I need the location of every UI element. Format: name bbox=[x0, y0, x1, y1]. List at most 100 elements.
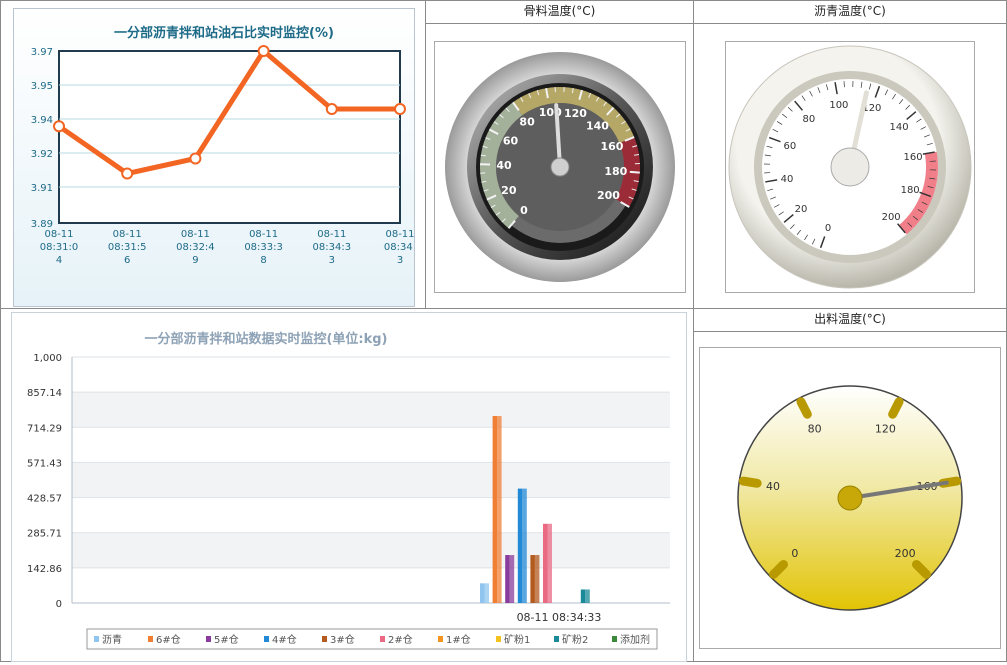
legend-swatch bbox=[94, 636, 99, 642]
output-gauge-title: 出料温度(°C) bbox=[694, 309, 1006, 332]
ratio-y-tick-label: 3.92 bbox=[31, 149, 53, 160]
bar-y-tick-label: 857.14 bbox=[27, 388, 62, 399]
ratio-y-tick-label: 3.94 bbox=[31, 115, 53, 126]
aggregate-label: 0 bbox=[520, 204, 528, 217]
output-label: 80 bbox=[808, 423, 822, 436]
bar-4 bbox=[530, 555, 535, 603]
aggregate-label: 20 bbox=[501, 184, 517, 197]
aggregate-label: 200 bbox=[597, 189, 620, 202]
legend-label: 矿粉2 bbox=[562, 633, 588, 646]
output-label: 0 bbox=[791, 547, 798, 560]
output-needle-hub bbox=[838, 486, 862, 510]
ratio-x-tick-label: 08-1108:31:56 bbox=[108, 229, 147, 266]
asphalt-label: 160 bbox=[903, 152, 922, 163]
asphalt-temperature-gauge: 020406080100120140160180200 bbox=[726, 42, 974, 292]
asphalt-label: 0 bbox=[825, 223, 831, 234]
legend-swatch bbox=[206, 636, 211, 642]
bar-y-tick-label: 571.43 bbox=[27, 458, 62, 469]
bar-y-tick-label: 428.57 bbox=[27, 494, 62, 505]
ratio-data-point bbox=[122, 169, 132, 179]
legend-label: 4#仓 bbox=[272, 633, 297, 646]
ratio-x-tick-label: 08-1108:34:3 bbox=[384, 229, 414, 266]
bar-5-shade bbox=[548, 524, 553, 603]
bar-2 bbox=[505, 555, 510, 603]
bar-0 bbox=[480, 583, 485, 603]
bar-8 bbox=[581, 589, 586, 603]
ratio-x-tick-label: 08-1108:33:38 bbox=[244, 229, 283, 266]
aggregate-label: 60 bbox=[503, 135, 519, 148]
aggregate-label: 120 bbox=[564, 107, 587, 120]
asphalt-label: 80 bbox=[802, 114, 815, 125]
asphalt-label: 100 bbox=[829, 100, 848, 111]
aggregate-label: 160 bbox=[600, 140, 623, 153]
ratio-x-tick-label: 08-1108:32:49 bbox=[176, 229, 215, 266]
legend-label: 沥青 bbox=[102, 633, 122, 646]
asphalt-label: 180 bbox=[901, 185, 920, 196]
ratio-chart-title: 一分部沥青拌和站油石比实时监控(%) bbox=[114, 25, 334, 41]
bar-1 bbox=[493, 416, 498, 603]
asphalt-label: 40 bbox=[781, 174, 794, 185]
asphalt-label: 200 bbox=[882, 212, 901, 223]
ratio-x-tick-label: 08-1108:31:04 bbox=[40, 229, 79, 266]
bar-x-tick-label: 08-11 08:34:33 bbox=[517, 611, 602, 624]
data-chart-title: 一分部沥青拌和站数据实时监控(单位:kg) bbox=[144, 331, 387, 347]
bar-8-shade bbox=[585, 589, 590, 603]
output-tick bbox=[893, 402, 899, 414]
legend-swatch bbox=[380, 636, 385, 642]
ratio-line-chart: 一分部沥青拌和站油石比实时监控(%) 3.973.953.943.923.913… bbox=[14, 9, 414, 306]
ratio-data-point bbox=[259, 46, 269, 56]
ratio-x-tick-label: 08-1108:34:33 bbox=[313, 229, 352, 266]
bar-1-shade bbox=[497, 416, 502, 603]
legend-swatch bbox=[322, 636, 327, 642]
aggregate-temperature-gauge: 020406080100120140160180200 bbox=[435, 42, 685, 292]
ratio-y-tick-label: 3.97 bbox=[31, 47, 53, 58]
aggregate-gauge-cell: 骨料温度(°C) 020406080100120140160180200 bbox=[425, 0, 694, 309]
data-chart-panel: 一分部沥青拌和站数据实时监控(单位:kg) 1,000 857.14 714.29 5… bbox=[11, 312, 687, 662]
asphalt-needle-hub bbox=[831, 148, 869, 186]
bar-y-tick-label: 142.86 bbox=[27, 564, 62, 575]
ratio-y-tick-label: 3.91 bbox=[31, 183, 53, 194]
data-bar-chart: 一分部沥青拌和站数据实时监控(单位:kg) 1,000 857.14 714.29 5… bbox=[12, 313, 686, 661]
legend-swatch bbox=[148, 636, 153, 642]
bar-4-shade bbox=[535, 555, 540, 603]
output-label: 120 bbox=[875, 423, 896, 436]
output-gauge-cell: 出料温度(°C) 04080120160200 bbox=[693, 308, 1007, 662]
bar-grid-band bbox=[72, 392, 670, 427]
bar-2-shade bbox=[510, 555, 515, 603]
output-label: 40 bbox=[766, 480, 780, 493]
output-label: 200 bbox=[895, 547, 916, 560]
asphalt-gauge-title: 沥青温度(°C) bbox=[694, 1, 1006, 24]
ratio-chart-cell: 一分部沥青拌和站油石比实时监控(%) 3.973.953.943.923.913… bbox=[0, 0, 426, 309]
asphalt-label: 20 bbox=[795, 204, 808, 215]
aggregate-label: 140 bbox=[586, 119, 609, 132]
bar-5 bbox=[543, 524, 548, 603]
bar-y-tick-label: 714.29 bbox=[27, 423, 62, 434]
output-tick bbox=[801, 402, 807, 414]
aggregate-gauge-title: 骨料温度(°C) bbox=[426, 1, 693, 24]
bar-grid-band bbox=[72, 462, 670, 497]
aggregate-label: 40 bbox=[496, 159, 512, 172]
legend-swatch bbox=[612, 636, 617, 642]
bar-3-shade bbox=[522, 489, 527, 603]
legend-swatch bbox=[496, 636, 501, 642]
ratio-data-point bbox=[54, 121, 64, 131]
ratio-data-point bbox=[395, 104, 405, 114]
bar-y-tick-label: 0 bbox=[56, 599, 62, 610]
bar-grid-band bbox=[72, 533, 670, 568]
legend-label: 2#仓 bbox=[388, 633, 413, 646]
bar-0-shade bbox=[485, 583, 490, 603]
ratio-data-point bbox=[190, 154, 200, 164]
bar-y-tick-label: 1,000 bbox=[33, 353, 62, 364]
legend-swatch bbox=[264, 636, 269, 642]
output-tick bbox=[743, 481, 757, 483]
legend-label: 3#仓 bbox=[330, 633, 355, 646]
ratio-data-point bbox=[327, 104, 337, 114]
legend-label: 添加剂 bbox=[620, 633, 650, 646]
aggregate-tick bbox=[630, 172, 640, 173]
aggregate-label: 180 bbox=[604, 165, 627, 178]
ratio-y-tick-label: 3.95 bbox=[31, 81, 53, 92]
legend-label: 5#仓 bbox=[214, 633, 239, 646]
legend-swatch bbox=[438, 636, 443, 642]
legend-label: 6#仓 bbox=[156, 633, 181, 646]
ratio-chart-panel: 一分部沥青拌和站油石比实时监控(%) 3.973.953.943.923.913… bbox=[13, 8, 415, 307]
